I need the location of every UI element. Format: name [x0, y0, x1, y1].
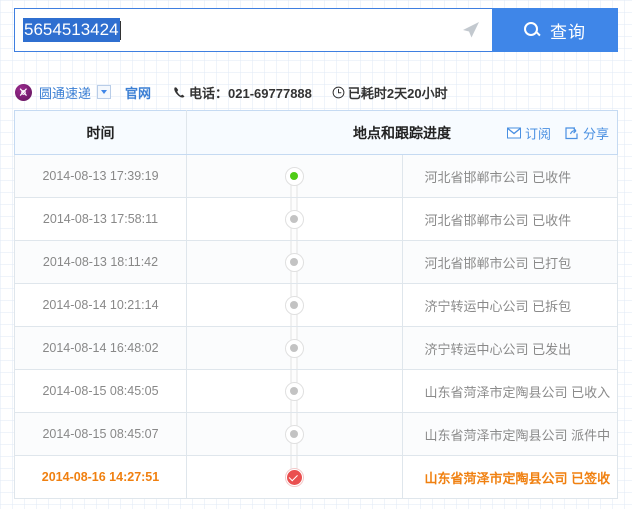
timeline-node	[284, 381, 304, 401]
column-header-progress: 地点和跟踪进度 订阅 分享	[186, 110, 618, 155]
row-time: 2014-08-15 08:45:05	[14, 369, 187, 413]
row-time: 2014-08-14 10:21:14	[14, 283, 187, 327]
subscribe-label: 订阅	[524, 126, 551, 141]
row-description: 河北省邯郸市公司 已收件	[401, 197, 618, 241]
timeline-node-active	[284, 166, 304, 186]
table-row[interactable]: 2014-08-13 17:58:11 河北省邯郸市公司 已收件	[14, 197, 618, 241]
share-icon	[565, 126, 579, 139]
share-label: 分享	[582, 126, 609, 141]
row-timeline	[186, 369, 403, 413]
timeline-node	[284, 209, 304, 229]
row-timeline	[186, 283, 403, 327]
row-description: 济宁转运中心公司 已拆包	[401, 283, 618, 327]
table-row[interactable]: 2014-08-14 16:48:02 济宁转运中心公司 已发出	[14, 326, 618, 370]
column-header-time: 时间	[14, 110, 187, 155]
table-header: 时间 地点和跟踪进度 订阅 分享	[14, 110, 618, 155]
elapsed-time-label: 已耗时2天20小时	[347, 85, 448, 101]
row-time: 2014-08-13 18:11:42	[14, 240, 187, 284]
tracking-number-input[interactable]: 5654513424	[14, 8, 492, 52]
subscribe-button[interactable]: 订阅	[506, 123, 551, 142]
mail-icon	[506, 126, 521, 139]
table-row[interactable]: 2014-08-16 14:27:51 山东省菏泽市定陶县公司 已签收	[14, 455, 618, 499]
table-row[interactable]: 2014-08-15 08:45:05 山东省菏泽市定陶县公司 已收入	[14, 369, 618, 413]
row-time: 2014-08-15 08:45:07	[14, 412, 187, 456]
row-timeline	[186, 154, 403, 198]
timeline-node	[284, 295, 304, 315]
carrier-name[interactable]: 圆通速递	[39, 83, 91, 102]
timeline-node	[284, 338, 304, 358]
row-description: 山东省菏泽市定陶县公司 派件中	[401, 412, 618, 456]
timeline-node-delivered	[284, 467, 304, 487]
clock-icon	[332, 86, 345, 99]
table-row[interactable]: 2014-08-14 10:21:14 济宁转运中心公司 已拆包	[14, 283, 618, 327]
pointer-arrow-icon	[462, 21, 480, 39]
row-description: 山东省菏泽市定陶县公司 已收入	[401, 369, 618, 413]
tracking-table: 时间 地点和跟踪进度 订阅 分享 2014-08-13 17:39:19 河北省…	[14, 110, 618, 499]
table-row[interactable]: 2014-08-15 08:45:07 山东省菏泽市定陶县公司 派件中	[14, 412, 618, 456]
row-description: 山东省菏泽市定陶县公司 已签收	[401, 455, 618, 499]
row-time: 2014-08-13 17:58:11	[14, 197, 187, 241]
phone-icon	[173, 86, 186, 99]
carrier-official-site-link[interactable]: 官网	[125, 83, 151, 102]
row-timeline	[186, 197, 403, 241]
share-button[interactable]: 分享	[565, 123, 609, 142]
search-bar: 5654513424 查询	[14, 8, 618, 52]
timeline-node	[284, 424, 304, 444]
elapsed-time: 已耗时2天20小时	[332, 83, 448, 102]
row-timeline	[186, 326, 403, 370]
row-time: 2014-08-13 17:39:19	[14, 154, 187, 198]
carrier-dropdown-button[interactable]	[97, 85, 112, 99]
tracking-rows: 2014-08-13 17:39:19 河北省邯郸市公司 已收件 2014-08…	[14, 154, 618, 499]
timeline-node	[284, 252, 304, 272]
search-button-label: 查询	[550, 22, 586, 42]
text-caret	[119, 20, 121, 40]
table-row[interactable]: 2014-08-13 17:39:19 河北省邯郸市公司 已收件	[14, 154, 618, 198]
row-time: 2014-08-14 16:48:02	[14, 326, 187, 370]
carrier-phone-label: 电话：021-69777888	[189, 85, 312, 101]
row-timeline	[186, 240, 403, 284]
carrier-info-bar: 圆通速递 官网 电话：021-69777888 已耗时2天20小时	[15, 80, 448, 104]
chevron-down-icon	[101, 90, 108, 94]
search-button[interactable]: 查询	[492, 8, 618, 52]
check-icon	[288, 471, 299, 481]
row-description: 河北省邯郸市公司 已收件	[401, 154, 618, 198]
row-description: 济宁转运中心公司 已发出	[401, 326, 618, 370]
table-header-actions: 订阅 分享	[506, 123, 609, 142]
carrier-phone: 电话：021-69777888	[173, 83, 312, 102]
row-time: 2014-08-16 14:27:51	[14, 455, 187, 499]
search-icon	[524, 21, 541, 39]
row-timeline	[186, 412, 403, 456]
table-row[interactable]: 2014-08-13 18:11:42 河北省邯郸市公司 已打包	[14, 240, 618, 284]
row-description: 河北省邯郸市公司 已打包	[401, 240, 618, 284]
column-header-progress-label: 地点和跟踪进度	[353, 124, 451, 141]
column-header-time-label: 时间	[86, 124, 115, 141]
carrier-logo-icon	[15, 83, 32, 101]
search-input-value: 5654513424	[23, 18, 120, 42]
row-timeline	[186, 455, 403, 499]
